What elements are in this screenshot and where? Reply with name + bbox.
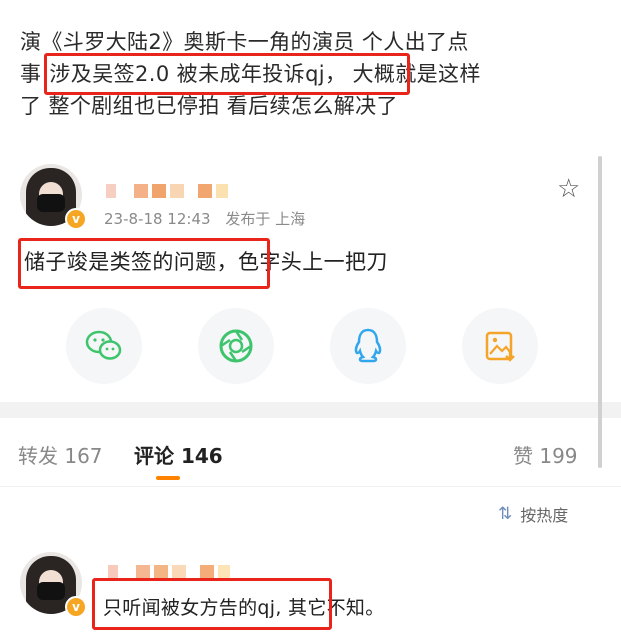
- post-timestamp: 23-8-18 12:43: [104, 210, 211, 228]
- highlight-box-post: [44, 53, 410, 95]
- highlight-box-reply: [92, 578, 332, 630]
- active-tab-indicator: [156, 476, 180, 480]
- scrollbar[interactable]: [598, 156, 602, 468]
- tab-repost[interactable]: 转发 167: [18, 440, 103, 469]
- favorite-star-icon[interactable]: ☆: [557, 174, 580, 204]
- save-image-icon: [485, 331, 515, 362]
- highlight-box-comment: [18, 238, 270, 289]
- reply-verified-badge-icon: v: [65, 596, 87, 618]
- wechat-icon: [85, 330, 122, 360]
- post-location: 发布于 上海: [225, 210, 306, 228]
- qq-icon: [354, 328, 382, 363]
- tab-comments[interactable]: 评论 146: [134, 440, 223, 469]
- share-wechat-button[interactable]: [66, 308, 142, 384]
- sort-icon: ⇅: [498, 504, 513, 524]
- sort-by-popularity-button[interactable]: ⇅ 按热度: [498, 502, 568, 526]
- tab-separator: [0, 486, 621, 487]
- post-meta: 23-8-18 12:43 发布于 上海: [104, 208, 315, 229]
- section-divider: [0, 402, 621, 418]
- moments-icon: [219, 329, 253, 363]
- sort-label: 按热度: [520, 506, 569, 525]
- tab-likes[interactable]: 赞 199: [513, 440, 578, 469]
- share-moments-button[interactable]: [198, 308, 274, 384]
- share-save-image-button[interactable]: [462, 308, 538, 384]
- author-name-blurred[interactable]: [106, 184, 232, 200]
- share-qq-button[interactable]: [330, 308, 406, 384]
- verified-badge-icon: v: [65, 208, 87, 230]
